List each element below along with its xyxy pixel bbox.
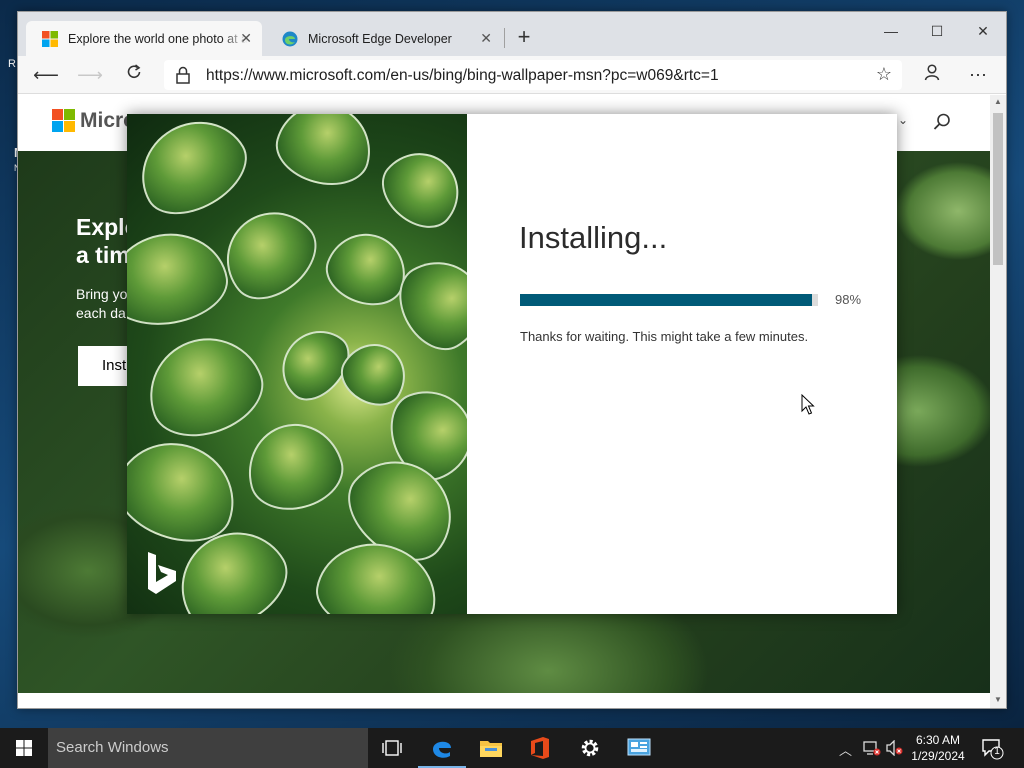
microsoft-logo-icon[interactable] [52,109,75,132]
network-icon[interactable] [863,740,881,756]
forward-button[interactable]: ⟶ [76,61,104,89]
chevron-down-icon[interactable]: ⌄ [898,113,908,127]
taskbar-settings-app[interactable] [566,728,614,768]
show-hidden-icons-chevron-icon[interactable]: ︿ [839,740,852,759]
address-toolbar: ⟵ ⟶ https://www.microsoft.com/en-us/bing… [18,56,1006,94]
microsoft-favicon-icon [42,30,58,47]
clock-time: 6:30 AM [915,733,961,747]
hero-subtitle-line: Bring yo [76,286,128,302]
lock-icon [176,66,190,84]
tab-edge-developer[interactable]: Microsoft Edge Developer ✕ [266,21,502,56]
hero-subtitle-line: each da [76,305,126,321]
windows-logo-icon [16,740,32,756]
tab-separator [504,28,505,48]
tab-close-icon[interactable]: ✕ [240,30,252,47]
installer-message: Thanks for waiting. This might take a fe… [520,329,809,344]
task-view-icon [382,740,402,756]
back-button[interactable]: ⟵ [32,61,60,89]
action-center-button[interactable]: 1 [980,736,1004,760]
bing-logo-icon [148,552,176,594]
scrollbar-thumb[interactable] [993,113,1003,265]
taskbar-office-app[interactable] [516,728,564,768]
profile-icon [924,64,940,81]
tab-title: Explore the world one photo at a time [68,31,248,46]
page-scrollbar[interactable]: ▲ ▼ [990,95,1006,708]
taskbar-edge-app[interactable] [418,728,466,768]
system-clock[interactable]: 6:30 AM 1/29/2024 [908,732,968,764]
volume-muted-icon[interactable] [886,740,904,756]
maximize-button[interactable]: ☐ [914,16,960,46]
taskbar: Search Windows ︿ 6:30 AM 1/29/2024 1 [0,728,1024,768]
installer-dialog: Installing... 98% Thanks for waiting. Th… [127,114,897,614]
hero-subtitle: Bring yo each da [76,285,127,323]
task-view-button[interactable] [368,728,416,768]
refresh-icon [127,64,141,78]
scroll-down-icon[interactable]: ▼ [990,695,1006,704]
folder-icon [480,741,502,757]
refresh-button[interactable] [120,61,148,89]
succulent-image [127,114,467,614]
edge-favicon-icon [282,31,298,46]
tab-bar: Explore the world one photo at a time ✕ … [18,12,1006,56]
notification-count: 1 [994,746,1000,757]
clock-date: 1/29/2024 [911,749,965,763]
installer-title: Installing... [519,220,668,255]
mouse-cursor-icon [801,394,815,415]
profile-button[interactable] [918,61,946,89]
install-progress-bar [520,294,818,306]
tab-close-icon[interactable]: ✕ [480,30,492,47]
close-window-button[interactable]: ✕ [960,16,1006,46]
desktop-text-fragment: R [8,58,16,70]
minimize-button[interactable]: — [868,16,914,46]
taskbar-control-panel-app[interactable] [615,728,663,768]
scroll-up-icon[interactable]: ▲ [990,97,1006,106]
office-icon [531,737,549,759]
progress-fill [520,294,813,306]
tab-explore-photo[interactable]: Explore the world one photo at a time ✕ [26,21,262,56]
more-menu-button[interactable]: ⋯ [964,61,992,89]
taskbar-search-box[interactable]: Search Windows [48,728,368,768]
new-tab-button[interactable]: + [510,24,538,52]
url-text: https://www.microsoft.com/en-us/bing/bin… [206,67,719,84]
start-button[interactable] [0,728,48,768]
tab-title: Microsoft Edge Developer [308,31,452,46]
address-bar[interactable]: https://www.microsoft.com/en-us/bing/bin… [164,60,902,90]
control-panel-icon [627,738,651,756]
search-icon[interactable] [933,113,951,131]
edge-icon [433,741,451,758]
gear-icon [581,739,599,757]
taskbar-explorer-app[interactable] [467,728,515,768]
favorite-star-icon[interactable]: ☆ [876,64,892,85]
progress-percent: 98% [835,292,862,307]
